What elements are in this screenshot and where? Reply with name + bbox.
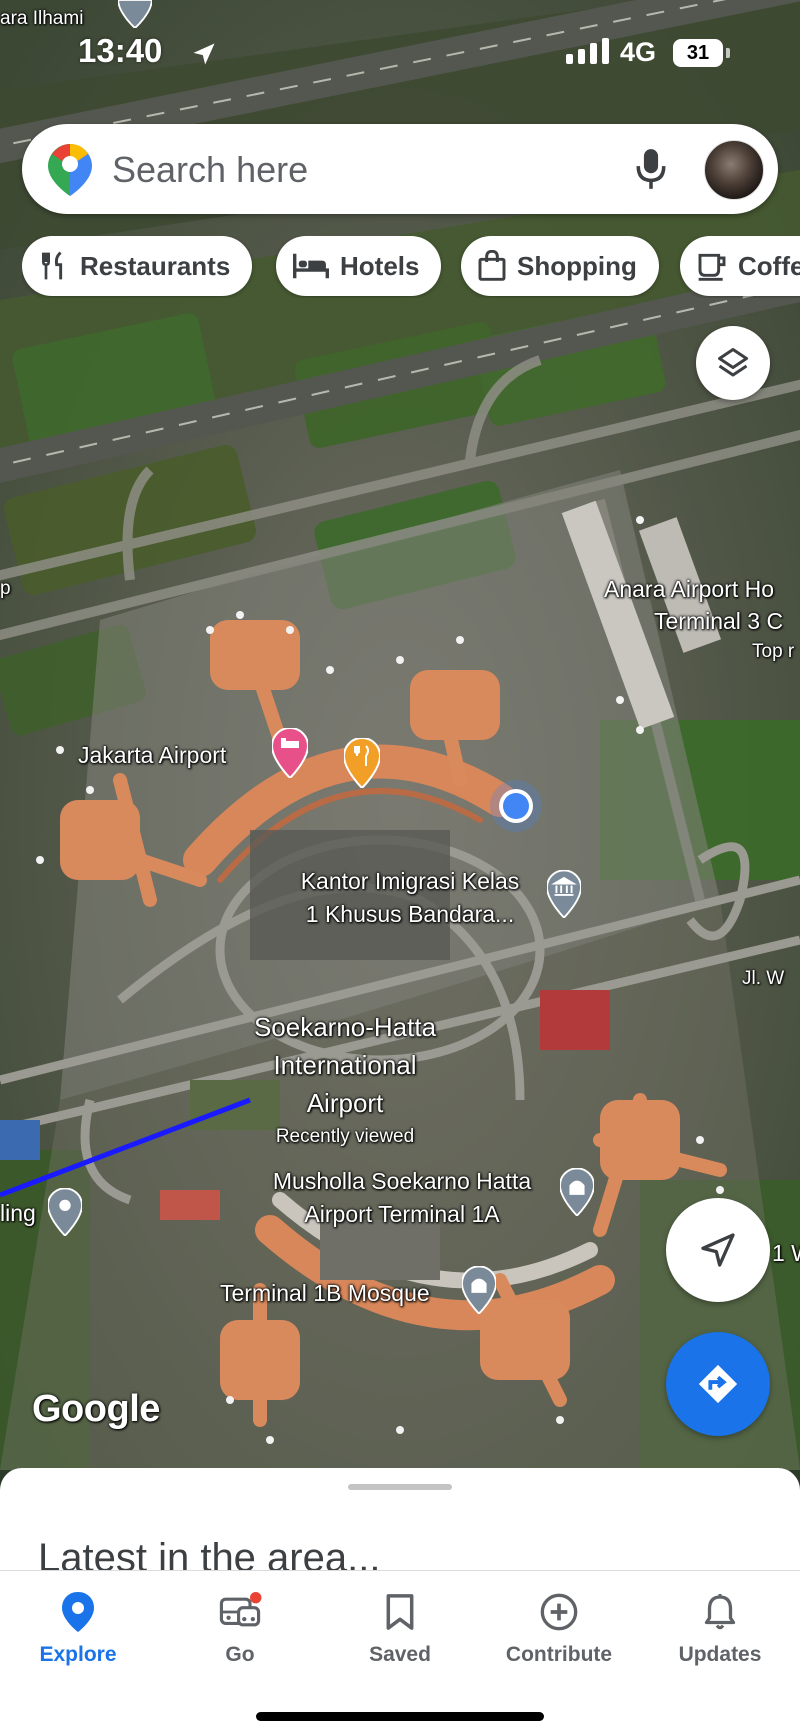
cellular-signal-icon [566, 38, 609, 64]
battery-icon [726, 48, 730, 58]
nav-label: Contribute [505, 1643, 613, 1666]
chip-label: Coffee [738, 250, 800, 281]
chip-coffee[interactable]: Coffee [680, 236, 800, 296]
map-label-hotel[interactable]: Anara Airport Ho [604, 576, 774, 602]
network-type: 4G [620, 37, 657, 67]
hotel-pin-icon[interactable] [272, 728, 308, 778]
category-chips: Restaurants Hotels Shopping Coffee [22, 236, 800, 298]
nav-label: Go [225, 1643, 255, 1666]
fork-knife-icon [42, 251, 63, 280]
bottom-navigation: Explore Go Saved Contribute Updates [0, 1570, 800, 1735]
map-label-airport-title[interactable]: International [273, 1050, 416, 1080]
map-label-airport-title[interactable]: Airport [307, 1088, 384, 1118]
map-label-musholla[interactable]: Musholla Soekarno Hatta [273, 1168, 531, 1194]
search-input[interactable] [110, 144, 614, 196]
mosque-pin-icon[interactable] [462, 1266, 496, 1314]
location-arrow-icon [193, 43, 215, 65]
coffee-cup-icon [698, 253, 726, 281]
chip-restaurants[interactable]: Restaurants [22, 236, 253, 296]
commute-icon [219, 1592, 262, 1627]
chip-label: Restaurants [80, 250, 231, 281]
nav-contribute[interactable]: Contribute [484, 1589, 634, 1667]
map-label: ling [0, 1200, 36, 1226]
status-time: 13:40 [78, 32, 163, 69]
directions-button[interactable] [666, 1332, 770, 1436]
government-pin-icon[interactable] [547, 870, 581, 918]
nav-explore[interactable]: Explore [3, 1589, 153, 1667]
navigation-arrow-icon [701, 1233, 735, 1267]
chip-hotels[interactable]: Hotels [276, 236, 442, 296]
bell-icon [704, 1594, 736, 1630]
map-label-hotel[interactable]: Terminal 3 C [654, 608, 783, 634]
add-circle-icon [540, 1593, 578, 1631]
bottom-sheet[interactable]: Latest in the area... [0, 1468, 800, 1578]
google-attribution: Google [32, 1388, 160, 1430]
map-label-jakarta-airport[interactable]: Jakarta Airport [78, 742, 226, 768]
map-label-road: Jl. W [742, 968, 785, 989]
map-label: p [0, 578, 11, 599]
nav-saved[interactable]: Saved [325, 1589, 475, 1667]
microphone-icon[interactable] [634, 146, 668, 192]
nav-updates[interactable]: Updates [645, 1589, 795, 1667]
map-label-rating: Top r [752, 641, 795, 662]
restaurant-pin-icon[interactable] [344, 738, 380, 788]
map-label-recently-viewed: Recently viewed [275, 1126, 415, 1147]
home-indicator[interactable] [256, 1712, 544, 1721]
bed-icon [293, 253, 329, 279]
shopping-bag-icon [478, 250, 506, 281]
nav-go[interactable]: Go [165, 1589, 315, 1667]
layers-button[interactable] [696, 326, 770, 400]
battery-level: 31 [673, 39, 723, 67]
map-label: 1 W [772, 1240, 800, 1266]
map-label-musholla[interactable]: Airport Terminal 1A [304, 1201, 499, 1227]
nav-label: Explore [39, 1643, 117, 1666]
explore-pin-icon [62, 1592, 94, 1632]
my-location-button[interactable] [666, 1198, 770, 1302]
map-label-terminal-1b[interactable]: Terminal 1B Mosque [220, 1280, 430, 1306]
mosque-pin-icon[interactable] [560, 1168, 594, 1216]
status-bar: 13:40 4G 31 [0, 0, 800, 100]
google-maps-logo-icon [48, 144, 92, 196]
profile-avatar[interactable] [704, 140, 764, 200]
bookmark-icon [386, 1594, 414, 1630]
layers-icon [718, 348, 748, 377]
map-label-kantor-imigrasi[interactable]: 1 Khusus Bandara... [306, 901, 514, 927]
directions-icon [698, 1364, 738, 1404]
map-label-airport-title[interactable]: Soekarno-Hatta [254, 1012, 436, 1042]
nav-label: Saved [369, 1643, 431, 1666]
place-pin-icon[interactable] [48, 1188, 82, 1236]
chip-shopping[interactable]: Shopping [461, 236, 659, 296]
chip-label: Shopping [517, 250, 637, 281]
map-label-kantor-imigrasi[interactable]: Kantor Imigrasi Kelas [301, 868, 520, 894]
nav-label: Updates [678, 1643, 762, 1666]
chip-label: Hotels [340, 250, 420, 281]
sheet-drag-handle[interactable] [348, 1484, 452, 1490]
search-bar[interactable] [22, 124, 778, 214]
